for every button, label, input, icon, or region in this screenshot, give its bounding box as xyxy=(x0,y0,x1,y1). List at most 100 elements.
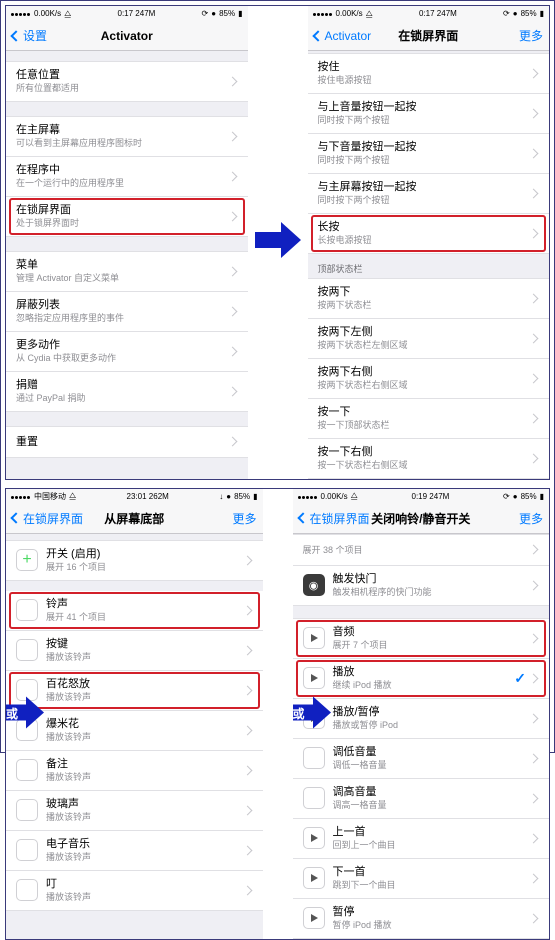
chevron-right-icon xyxy=(242,885,252,895)
list-row[interactable]: 百花怒放播放该铃声 xyxy=(6,671,263,711)
list-row[interactable]: 长按长按电源按钮 xyxy=(308,214,550,254)
list-row[interactable]: 爆米花播放该铃声 xyxy=(6,711,263,751)
list-row[interactable]: 音频展开 7 个项目 xyxy=(293,618,550,659)
more-button[interactable]: 更多 xyxy=(519,510,543,527)
list-row[interactable]: 在主屏幕可以看到主屏幕应用程序图标时 xyxy=(6,116,248,157)
settings-list: 任意位置所有位置都适用在主屏幕可以看到主屏幕应用程序图标时在程序中在一个运行中的… xyxy=(6,51,248,479)
chevron-right-icon xyxy=(529,713,539,723)
or-label: 或 xyxy=(293,705,305,722)
status-carrier: 中国移动 xyxy=(34,491,66,502)
list-row[interactable]: +开关 (启用)展开 16 个项目 xyxy=(6,540,263,581)
chevron-right-icon xyxy=(242,765,252,775)
chevron-right-icon xyxy=(529,833,539,843)
sound-icon xyxy=(16,759,38,781)
list-row[interactable]: 任意位置所有位置都适用 xyxy=(6,61,248,102)
chevron-right-icon xyxy=(242,645,252,655)
settings-list: 按住按住电源按钮与上音量按钮一起按同时按下两个按钮与下音量按钮一起按同时按下两个… xyxy=(308,51,550,479)
list-row[interactable]: 屏蔽列表忽略指定应用程序里的事件 xyxy=(6,292,248,332)
screen-3: 或 中国移动⧋ 23:01 262M ↓●85%▮ 在锁屏界面 从屏幕底部 更多… xyxy=(6,489,263,939)
nav-bar: 在锁屏界面 关闭响铃/静音开关 更多 xyxy=(293,504,550,534)
back-button[interactable]: 设置 xyxy=(12,27,47,44)
chevron-right-icon xyxy=(529,188,539,198)
list-row[interactable]: ◉触发快门触发相机程序的快门功能 xyxy=(293,566,550,606)
row-subtitle: 同时按下两个按钮 xyxy=(318,115,531,127)
chevron-right-icon xyxy=(242,605,252,615)
row-subtitle: 触发相机程序的快门功能 xyxy=(333,587,531,599)
chevron-right-icon xyxy=(227,266,237,276)
row-title: 铃声 xyxy=(46,597,244,611)
list-row[interactable]: 按两下按两下状态栏 xyxy=(308,278,550,319)
row-title: 暂停 xyxy=(333,905,531,919)
row-title: 备注 xyxy=(46,757,244,771)
list-row[interactable]: 按键播放该铃声 xyxy=(6,631,263,671)
row-subtitle: 调高一格音量 xyxy=(333,800,531,812)
play-icon xyxy=(303,867,325,889)
row-title: 按两下左侧 xyxy=(318,325,531,339)
chevron-right-icon xyxy=(529,228,539,238)
list-row[interactable]: 叮播放该铃声 xyxy=(6,871,263,911)
list-row[interactable]: 按两下右侧按两下状态栏右侧区域 xyxy=(308,359,550,399)
row-subtitle: 展开 7 个项目 xyxy=(333,640,531,652)
back-button[interactable]: Activator xyxy=(314,29,372,43)
row-subtitle: 播放该铃声 xyxy=(46,772,244,784)
chevron-right-icon xyxy=(242,805,252,815)
list-row[interactable]: 暂停暂停 iPod 播放 xyxy=(293,899,550,939)
row-title: 调高音量 xyxy=(333,785,531,799)
play-icon xyxy=(303,667,325,689)
row-title: 上一首 xyxy=(333,825,531,839)
settings-list: 展开 38 个项目◉触发快门触发相机程序的快门功能音频展开 7 个项目播放继续 … xyxy=(293,534,550,939)
shutter-icon: ◉ xyxy=(303,574,325,596)
row-subtitle: 按两下状态栏右侧区域 xyxy=(318,380,531,392)
arrow-or-right: 或 xyxy=(293,694,331,733)
back-button[interactable]: 在锁屏界面 xyxy=(12,510,83,527)
list-row[interactable]: 上一首回到上一个曲目 xyxy=(293,819,550,859)
status-battery: 85% xyxy=(521,9,537,18)
list-row[interactable]: 在锁屏界面处于锁屏界面时 xyxy=(6,197,248,237)
list-row[interactable]: 播放继续 iPod 播放✓ xyxy=(293,659,550,699)
back-label: Activator xyxy=(325,29,372,43)
row-subtitle: 播放该铃声 xyxy=(46,692,244,704)
list-row[interactable]: 备注播放该铃声 xyxy=(6,751,263,791)
list-row[interactable]: 展开 38 个项目 xyxy=(293,534,550,566)
list-row[interactable]: 重置 xyxy=(6,426,248,458)
row-subtitle: 按一下状态栏右侧区域 xyxy=(318,460,531,472)
sound-icon xyxy=(16,839,38,861)
row-subtitle: 按两下状态栏左侧区域 xyxy=(318,340,531,352)
list-row[interactable]: 更多动作从 Cydia 中获取更多动作 xyxy=(6,332,248,372)
list-row[interactable]: 按一下右侧按一下状态栏右侧区域 xyxy=(308,439,550,479)
status-bar: 0.00K/s⧋ 0:17 247M ⟳●85%▮ xyxy=(6,6,248,21)
row-subtitle: 播放或暂停 iPod xyxy=(333,720,531,732)
row-title: 在程序中 xyxy=(16,163,229,177)
list-row[interactable]: 调低音量调低一格音量 xyxy=(293,739,550,779)
list-row[interactable]: 电子音乐播放该铃声 xyxy=(6,831,263,871)
list-row[interactable]: 与下音量按钮一起按同时按下两个按钮 xyxy=(308,134,550,174)
list-row[interactable]: 按住按住电源按钮 xyxy=(308,53,550,94)
list-row[interactable]: 与上音量按钮一起按同时按下两个按钮 xyxy=(308,94,550,134)
list-row[interactable]: 捐赠通过 PayPal 捐助 xyxy=(6,372,248,412)
status-left: 0.00K/s xyxy=(34,9,61,18)
list-row[interactable]: 铃声展开 41 个项目 xyxy=(6,591,263,631)
chevron-right-icon xyxy=(529,373,539,383)
row-title: 播放 xyxy=(333,665,515,679)
more-button[interactable]: 更多 xyxy=(519,27,543,44)
list-row[interactable]: 按一下按一下顶部状态栏 xyxy=(308,399,550,439)
more-button[interactable]: 更多 xyxy=(232,510,256,527)
back-button[interactable]: 在锁屏界面 xyxy=(299,510,370,527)
chevron-right-icon xyxy=(242,845,252,855)
chevron-right-icon xyxy=(529,149,539,159)
list-row[interactable]: 按两下左侧按两下状态栏左侧区域 xyxy=(308,319,550,359)
row-title: 捐赠 xyxy=(16,378,229,392)
list-row[interactable]: 菜单管理 Activator 自定义菜单 xyxy=(6,251,248,292)
list-row[interactable]: 与主屏幕按钮一起按同时按下两个按钮 xyxy=(308,174,550,214)
list-row[interactable]: 播放/暂停播放或暂停 iPod xyxy=(293,699,550,739)
list-row[interactable]: 在程序中在一个运行中的应用程序里 xyxy=(6,157,248,197)
list-row[interactable]: 玻璃声播放该铃声 xyxy=(6,791,263,831)
row-title: 音频 xyxy=(333,625,531,639)
row-subtitle: 按住电源按钮 xyxy=(318,75,531,87)
sound-icon xyxy=(16,879,38,901)
chevron-right-icon xyxy=(529,109,539,119)
list-row[interactable]: 调高音量调高一格音量 xyxy=(293,779,550,819)
row-subtitle: 处于锁屏界面时 xyxy=(16,218,229,230)
list-row[interactable]: 下一首跳到下一个曲目 xyxy=(293,859,550,899)
row-title: 按两下 xyxy=(318,285,531,299)
